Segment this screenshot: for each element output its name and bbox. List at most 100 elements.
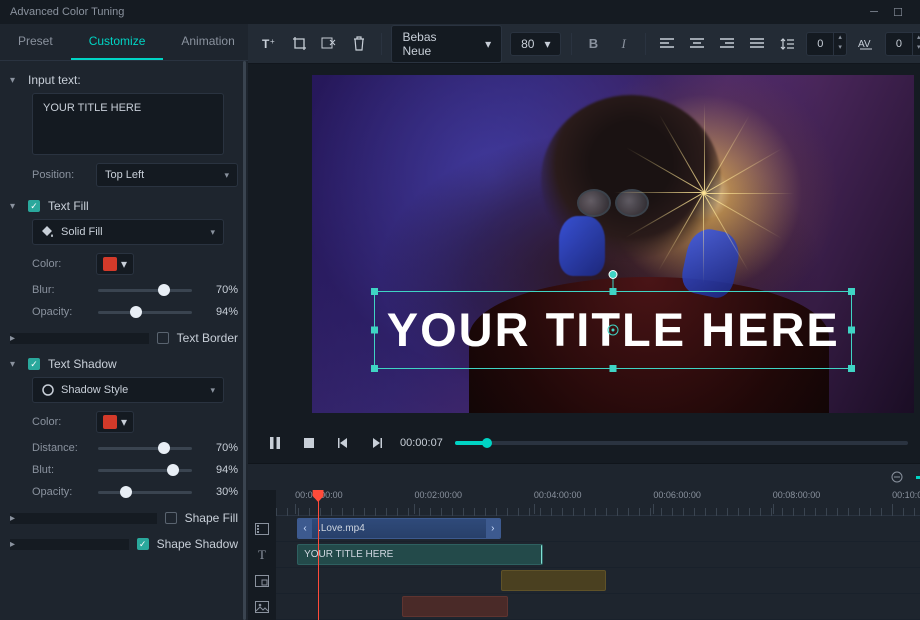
opacity-slider[interactable]: [98, 305, 192, 319]
track-icons: T: [248, 490, 276, 620]
chevron-down-icon: ▾: [210, 227, 215, 238]
align-center-icon[interactable]: [686, 32, 708, 56]
shape-shadow-label: Shape Shadow: [157, 537, 238, 551]
zoom-out-icon[interactable]: [888, 465, 906, 489]
align-justify-icon[interactable]: [746, 32, 768, 56]
trim-right-icon[interactable]: ›: [486, 519, 500, 538]
resize-handle[interactable]: [848, 365, 855, 372]
text-shadow-checkbox[interactable]: [28, 358, 40, 370]
anchor-point-icon[interactable]: [608, 324, 619, 335]
distance-slider[interactable]: [98, 441, 192, 455]
resize-handle[interactable]: [371, 326, 378, 333]
video-clip[interactable]: ‹ .Love.mp4 ›: [297, 518, 501, 539]
remove-text-icon[interactable]: [318, 32, 340, 56]
section-shape-fill[interactable]: Shape Fill: [10, 511, 238, 525]
chevron-down-icon: ▾: [121, 415, 127, 429]
resize-handle[interactable]: [848, 326, 855, 333]
align-left-icon[interactable]: [656, 32, 678, 56]
opacity-value: 94%: [202, 306, 238, 318]
position-select[interactable]: Top Left ▾: [96, 163, 238, 187]
next-frame-button[interactable]: [366, 432, 388, 454]
minimize-button[interactable]: ─: [862, 6, 886, 18]
title-text-input[interactable]: YOUR TITLE HERE: [32, 93, 224, 155]
trim-left-icon[interactable]: ‹: [298, 519, 312, 538]
pip-clip[interactable]: [501, 570, 606, 591]
color-swatch: [103, 415, 117, 429]
section-text-border[interactable]: Text Border: [10, 331, 238, 345]
resize-handle[interactable]: [610, 288, 617, 295]
svg-text:AV: AV: [858, 39, 871, 50]
section-shape-shadow[interactable]: Shape Shadow: [10, 537, 238, 551]
blur-slider[interactable]: [98, 283, 192, 297]
char-spacing-icon[interactable]: AV: [855, 32, 877, 56]
tab-preset[interactable]: Preset: [0, 24, 71, 60]
stop-button[interactable]: [298, 432, 320, 454]
video-track-icon[interactable]: [248, 516, 276, 542]
step-down-icon[interactable]: ▾: [913, 43, 920, 53]
video-track[interactable]: ‹ .Love.mp4 ›: [276, 516, 920, 542]
section-input-text[interactable]: Input text:: [10, 73, 238, 87]
zoom-slider[interactable]: [916, 476, 920, 479]
title-bar: Advanced Color Tuning ─ ☐: [0, 0, 920, 24]
bold-icon[interactable]: B: [582, 32, 604, 56]
resize-handle[interactable]: [371, 288, 378, 295]
pause-button[interactable]: [264, 432, 286, 454]
step-up-icon[interactable]: ▴: [834, 33, 846, 43]
color-swatch: [103, 257, 117, 271]
trash-icon[interactable]: [348, 32, 370, 56]
transport-bar: 00:00:07 00:03:07: [248, 423, 920, 463]
shadow-color-picker[interactable]: ▾: [96, 411, 134, 433]
resize-handle[interactable]: [610, 365, 617, 372]
shape-fill-checkbox[interactable]: [165, 512, 177, 524]
tab-animation[interactable]: Animation: [163, 24, 252, 60]
title-selection-box[interactable]: YOUR TITLE HERE: [374, 291, 852, 369]
pip-track[interactable]: [276, 568, 920, 594]
step-up-icon[interactable]: ▴: [913, 33, 920, 43]
text-fill-color-picker[interactable]: ▾: [96, 253, 134, 275]
shadow-opacity-slider[interactable]: [98, 485, 192, 499]
timeline-toolbar: [248, 464, 920, 490]
italic-icon[interactable]: I: [613, 32, 635, 56]
shadow-style-select[interactable]: Shadow Style ▾: [32, 377, 224, 403]
resize-handle[interactable]: [371, 365, 378, 372]
time-ruler[interactable]: 00:00:00:00 00:02:00:00 00:04:00:00 00:0…: [276, 490, 920, 516]
step-down-icon[interactable]: ▾: [834, 43, 846, 53]
blur-value: 70%: [202, 284, 238, 296]
add-text-icon[interactable]: T+: [258, 32, 280, 56]
section-text-shadow[interactable]: Text Shadow: [10, 357, 238, 371]
image-track-icon[interactable]: [248, 594, 276, 620]
chevron-down-icon: ▾: [544, 37, 550, 51]
char-spacing-input[interactable]: ▴▾: [885, 32, 920, 56]
section-text-fill[interactable]: Text Fill: [10, 199, 238, 213]
spacing-input[interactable]: ▴▾: [806, 32, 847, 56]
shadow-blur-slider[interactable]: [98, 463, 192, 477]
font-size-select[interactable]: 80 ▾: [510, 32, 561, 56]
seek-bar[interactable]: [455, 441, 908, 445]
preview-canvas[interactable]: YOUR TITLE HERE: [312, 75, 914, 413]
tab-customize[interactable]: Customize: [71, 24, 164, 60]
align-right-icon[interactable]: [716, 32, 738, 56]
resize-handle[interactable]: [848, 288, 855, 295]
title-clip[interactable]: YOUR TITLE HERE: [297, 544, 543, 565]
audio-track[interactable]: [276, 594, 920, 620]
audio-clip[interactable]: [402, 596, 507, 617]
rotate-handle[interactable]: [609, 270, 618, 279]
chevron-down-icon: [10, 359, 20, 370]
shadow-blur-label: Blut:: [32, 464, 88, 476]
maximize-button[interactable]: ☐: [886, 6, 910, 19]
tracks-area[interactable]: 00:00:00:00 00:02:00:00 00:04:00:00 00:0…: [276, 490, 920, 620]
panel-scroll[interactable]: Input text: YOUR TITLE HERE Position: To…: [0, 61, 248, 620]
line-spacing-icon[interactable]: [776, 32, 798, 56]
chevron-down-icon: ▾: [485, 37, 491, 51]
crop-icon[interactable]: [288, 32, 310, 56]
text-track-icon[interactable]: T: [248, 542, 276, 568]
text-border-checkbox[interactable]: [157, 332, 169, 344]
text-fill-checkbox[interactable]: [28, 200, 40, 212]
playhead[interactable]: [313, 490, 324, 502]
title-track[interactable]: YOUR TITLE HERE: [276, 542, 920, 568]
pip-track-icon[interactable]: [248, 568, 276, 594]
fill-type-select[interactable]: Solid Fill ▾: [32, 219, 224, 245]
font-family-select[interactable]: Bebas Neue ▾: [391, 25, 502, 63]
prev-frame-button[interactable]: [332, 432, 354, 454]
shape-shadow-checkbox[interactable]: [137, 538, 149, 550]
